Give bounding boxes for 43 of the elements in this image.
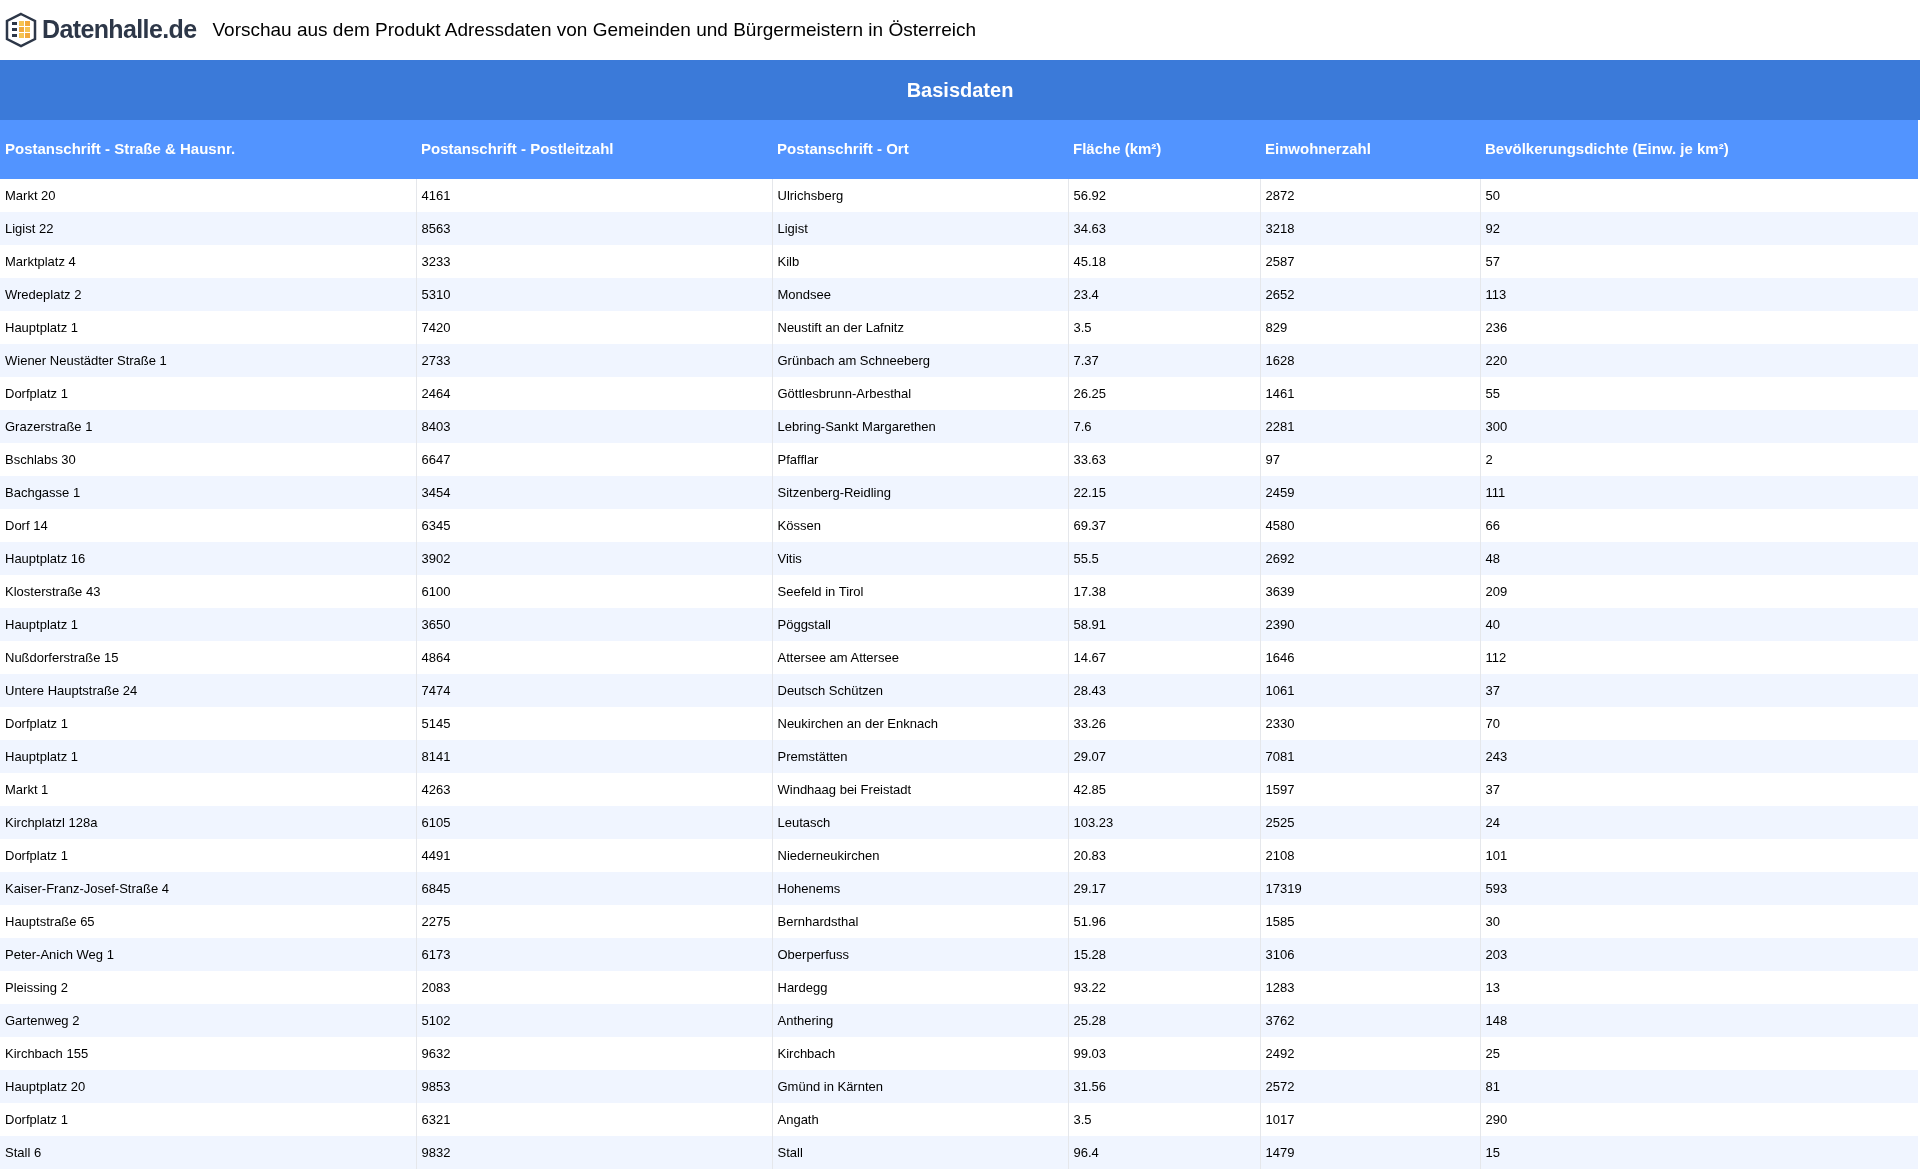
table-cell: Grazerstraße 1 [0, 410, 416, 443]
table-cell: 96.4 [1068, 1136, 1260, 1169]
table-cell: Markt 1 [0, 773, 416, 806]
table-group-title: Basisdaten [906, 78, 1014, 103]
logo-text: Datenhalle.de [42, 14, 197, 46]
column-header: Fläche (km²) [1068, 120, 1260, 179]
table-cell: Dorfplatz 1 [0, 707, 416, 740]
table-cell: 1479 [1260, 1136, 1480, 1169]
table-cell: Hauptplatz 16 [0, 542, 416, 575]
table-cell: Kirchplatzl 128a [0, 806, 416, 839]
table-cell: Bschlabs 30 [0, 443, 416, 476]
column-header: Einwohnerzahl [1260, 120, 1480, 179]
column-header: Bevölkerungsdichte (Einw. je km²) [1480, 120, 1918, 179]
table-cell: Kaiser-Franz-Josef-Straße 4 [0, 872, 416, 905]
table-cell: Kirchbach 155 [0, 1037, 416, 1070]
table-cell: Markt 20 [0, 179, 416, 212]
table-cell: Dorfplatz 1 [0, 839, 416, 872]
column-header: Postanschrift - Ort [772, 120, 1068, 179]
table-cell: Hauptplatz 1 [0, 740, 416, 773]
table-cell: Nußdorferstraße 15 [0, 641, 416, 674]
column-header: Postanschrift - Straße & Hausnr. [0, 120, 416, 179]
table-cell: Hauptplatz 1 [0, 608, 416, 641]
table-cell: Peter-Anich Weg 1 [0, 938, 416, 971]
table-cell: Hauptstraße 65 [0, 905, 416, 938]
logo-icon [4, 12, 38, 48]
page-title: Vorschau aus dem Produkt Adressdaten von Gemeinden und Bürgermeistern in Österreich [212, 17, 977, 42]
table-cell: Dorfplatz 1 [0, 1103, 416, 1136]
table-cell: Stall [772, 1136, 1068, 1169]
table-cell: Stall 6 [0, 1136, 416, 1169]
column-header: Postanschrift - Postleitzahl [416, 120, 772, 179]
table-cell: Dorf 14 [0, 509, 416, 542]
table-cell: Gartenweg 2 [0, 1004, 416, 1037]
table-cell: Dorfplatz 1 [0, 377, 416, 410]
table-cell: 9832 [416, 1136, 772, 1169]
table-cell: Pleissing 2 [0, 971, 416, 1004]
table-cell: Hauptplatz 20 [0, 1070, 416, 1103]
table-cell: Wiener Neustädter Straße 1 [0, 344, 416, 377]
table-cell: 15 [1480, 1136, 1918, 1169]
table-cell: Klosterstraße 43 [0, 575, 416, 608]
table-cell: Untere Hauptstraße 24 [0, 674, 416, 707]
table-cell: Bachgasse 1 [0, 476, 416, 509]
table-cell: Hauptplatz 1 [0, 311, 416, 344]
table-cell: Marktplatz 4 [0, 245, 416, 278]
